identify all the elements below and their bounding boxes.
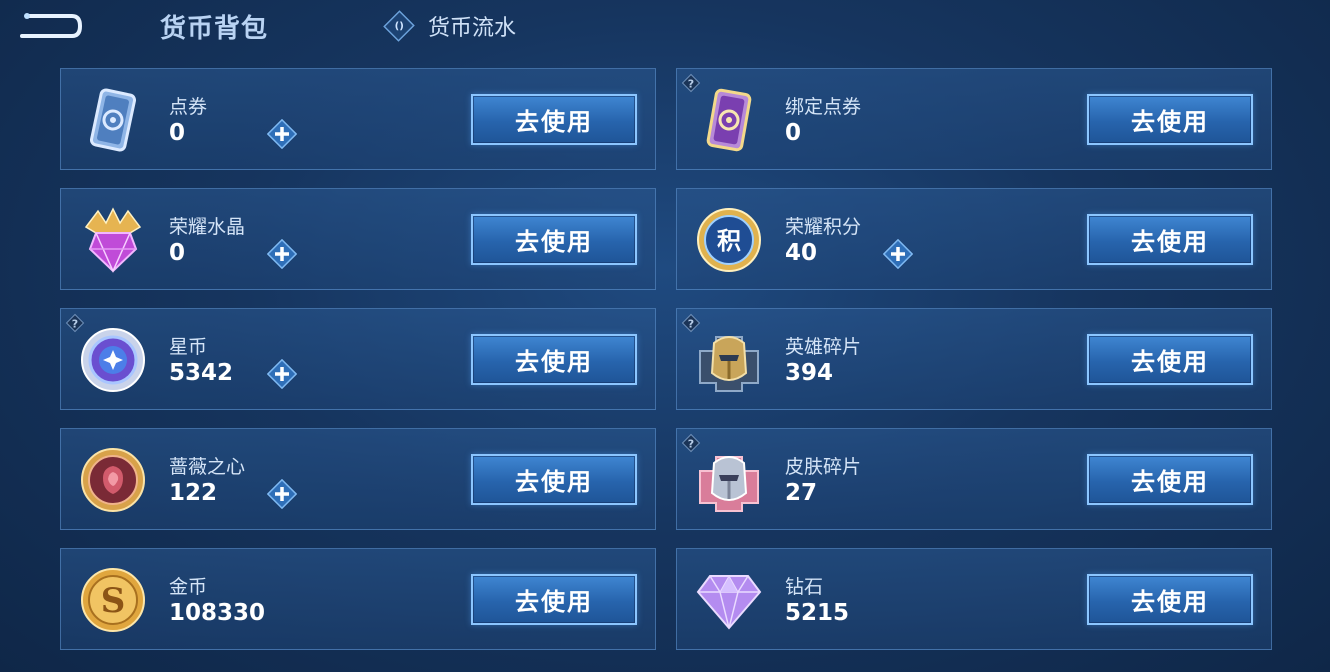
currency-name: 皮肤碎片 (785, 456, 862, 478)
svg-text:积: 积 (717, 227, 741, 255)
currency-name: 绑定点券 (785, 96, 862, 118)
use-button[interactable]: 去使用 (1087, 214, 1253, 265)
currency-card-diamond: 钻石 5215 去使用 (676, 548, 1272, 650)
gold-coin-icon: S (77, 564, 149, 636)
currency-card-hero-shard: ? 英雄碎片 394 去使用 (676, 308, 1272, 410)
ticket-icon (77, 84, 149, 156)
use-button[interactable]: 去使用 (471, 214, 637, 265)
currency-card-glory-crystal: 荣耀水晶 0 去使用 (60, 188, 656, 290)
currency-card-ticket: 点券 0 去使用 (60, 68, 656, 170)
bound-ticket-icon (693, 84, 765, 156)
currency-value: 27 (785, 480, 818, 506)
currency-card-star-coin: ? 星币 5342 去使用 (60, 308, 656, 410)
add-button[interactable] (266, 478, 298, 510)
use-button[interactable]: 去使用 (1087, 94, 1253, 145)
currency-card-gold-coin: S 金币 108330 去使用 (60, 548, 656, 650)
back-button[interactable] (14, 6, 84, 46)
plus-icon (266, 238, 298, 270)
diamond-icon (693, 564, 765, 636)
currency-value: 122 (169, 480, 218, 506)
rose-heart-icon (77, 444, 149, 516)
glory-points-icon: 积 (693, 204, 765, 276)
currency-card-skin-shard: ? 皮肤碎片 27 去使用 (676, 428, 1272, 530)
hero-shard-icon (693, 324, 765, 396)
currency-name: 钻石 (785, 576, 824, 598)
currency-name: 点券 (169, 96, 208, 118)
add-button[interactable] (266, 358, 298, 390)
currency-name: 星币 (169, 336, 208, 358)
currency-name: 荣耀积分 (785, 216, 862, 238)
plus-icon (266, 118, 298, 150)
currency-flow-label: 货币流水 (428, 16, 517, 41)
currency-value: 0 (169, 240, 186, 266)
currency-value: 0 (785, 120, 802, 146)
page-title: 货币背包 (160, 14, 269, 44)
currency-value: 40 (785, 240, 818, 266)
plus-icon (266, 358, 298, 390)
plus-icon (882, 238, 914, 270)
currency-value: 5215 (785, 600, 850, 626)
use-button[interactable]: 去使用 (1087, 334, 1253, 385)
currency-value: 5342 (169, 360, 234, 386)
currency-name: 蔷薇之心 (169, 456, 246, 478)
currency-card-bound-ticket: ? 绑定点券 0 去使用 (676, 68, 1272, 170)
skin-shard-icon (693, 444, 765, 516)
add-button[interactable] (266, 238, 298, 270)
glory-crystal-icon (77, 204, 149, 276)
add-button[interactable] (882, 238, 914, 270)
star-coin-icon (77, 324, 149, 396)
currency-value: 108330 (169, 600, 266, 626)
use-button[interactable]: 去使用 (471, 94, 637, 145)
use-button[interactable]: 去使用 (1087, 574, 1253, 625)
currency-value: 0 (169, 120, 186, 146)
currency-card-rose-heart: 蔷薇之心 122 去使用 (60, 428, 656, 530)
currency-name: 金币 (169, 576, 208, 598)
svg-text:S: S (101, 581, 126, 621)
add-button[interactable] (266, 118, 298, 150)
top-bar: 货币背包 () 货币流水 (0, 0, 1330, 58)
currency-name: 荣耀水晶 (169, 216, 246, 238)
currency-name: 英雄碎片 (785, 336, 862, 358)
use-button[interactable]: 去使用 (471, 574, 637, 625)
currency-card-glory-points: 积 荣耀积分 40 去使用 (676, 188, 1272, 290)
currency-flow-link[interactable]: () 货币流水 (383, 8, 517, 44)
use-button[interactable]: 去使用 (1087, 454, 1253, 505)
use-button[interactable]: 去使用 (471, 334, 637, 385)
use-button[interactable]: 去使用 (471, 454, 637, 505)
plus-icon (266, 478, 298, 510)
currency-value: 394 (785, 360, 834, 386)
currency-flow-icon: () (383, 10, 415, 42)
back-arrow-icon (20, 13, 83, 38)
